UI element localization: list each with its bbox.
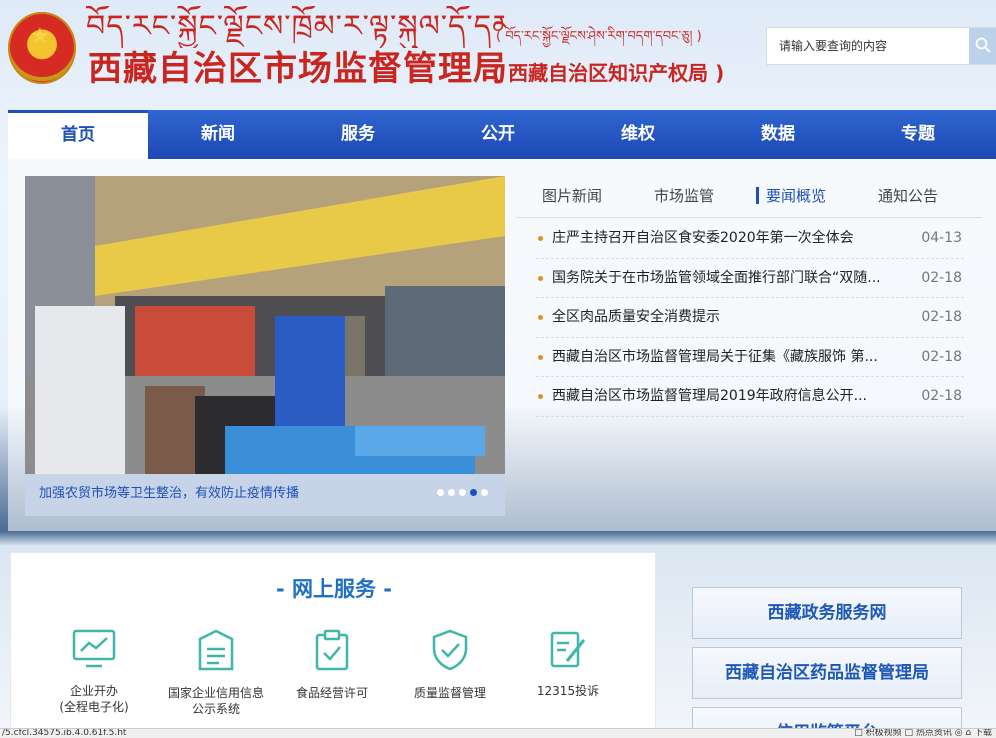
news-item[interactable]: 庄严主持召开自治区食安委2020年第一次全体会 04-13 [536, 219, 964, 259]
news-title: 国务院关于在市场监管领域全面推行部门联合“双随... [552, 269, 881, 286]
slider-dots [437, 489, 488, 496]
service-label: 12315投诉 [536, 684, 600, 698]
search-button[interactable] [969, 28, 996, 64]
news-title: 庄严主持召开自治区食安委2020年第一次全体会 [552, 230, 854, 246]
news-date: 02-18 [921, 309, 962, 325]
slider-caption: 加强农贸市场等卫生整治，有效防止疫情传播 [39, 486, 300, 501]
news-list: 庄严主持召开自治区食安委2020年第一次全体会 04-13 国务院关于在市场监管… [536, 219, 964, 417]
tab-notices[interactable]: 通知公告 [852, 176, 964, 216]
service-label: 质量监督管理 [413, 686, 486, 700]
service-credit-info[interactable]: 国家企业信用信息 公示系统 [161, 629, 271, 717]
search-box [766, 27, 996, 65]
side-links: 西藏政务服务网 西藏自治区药品监督管理局 信用监管平台 [692, 587, 962, 738]
news-item[interactable]: 西藏自治区市场监督管理局关于征集《藏族服饰 第... 02-18 [536, 338, 964, 377]
nav-services[interactable]: 服务 [288, 110, 428, 159]
slider-dot-4[interactable] [470, 489, 477, 496]
link-tibet-gov-services[interactable]: 西藏政务服务网 [692, 587, 962, 639]
monitor-chart-icon [72, 629, 116, 668]
service-label: 国家企业信用信息 公示系统 [167, 686, 264, 716]
nav-rights[interactable]: 维权 [568, 110, 708, 159]
site-title: 西藏自治区市场监督管理局 [88, 49, 508, 89]
link-drug-administration[interactable]: 西藏自治区药品监督管理局 [692, 647, 962, 699]
slider-dot-1[interactable] [437, 489, 444, 496]
service-12315-complaint[interactable]: 12315投诉 [513, 629, 623, 699]
site-subtitle: ( 西藏自治区知识产权局 ) [492, 61, 725, 85]
slider-dot-5[interactable] [481, 489, 488, 496]
nav-home[interactable]: 首页 [8, 110, 148, 159]
browser-status-bar: /5.cfcl.34575.ib.4.0.61f.5.ht □ 积极视频 □ 热… [0, 728, 996, 738]
nav-public[interactable]: 公开 [428, 110, 568, 159]
tab-market-regulation[interactable]: 市场监管 [628, 176, 740, 216]
slider-caption-bar: 加强农贸市场等卫生整治，有效防止疫情传播 [25, 474, 505, 516]
service-business-registration[interactable]: 企业开办 (全程电子化) [39, 629, 149, 715]
nav-data[interactable]: 数据 [708, 110, 848, 159]
document-icon [198, 629, 234, 671]
online-services-panel: - 网上服务 - 企业开办 (全程电子化) 国家企业信用信息 公示系统 食品经营… [10, 552, 656, 738]
nav-topics[interactable]: 专题 [848, 110, 988, 159]
service-quality-supervision[interactable]: 质量监督管理 [395, 629, 505, 701]
site-header: བོད་རང་སྐྱོང་ལྗོངས་ཁྲོམ་ར་ལྟ་སྐུལ་དོ་དམ་… [0, 0, 996, 108]
news-item[interactable]: 国务院关于在市场监管领域全面推行部门联合“双随... 02-18 [536, 259, 964, 298]
national-emblem-logo [8, 12, 76, 84]
search-input[interactable] [767, 28, 967, 64]
slider-dot-3[interactable] [459, 489, 466, 496]
news-date: 04-13 [921, 230, 962, 246]
news-date: 02-18 [921, 388, 962, 404]
tab-news-overview[interactable]: 要闻概览 [740, 176, 852, 216]
clipboard-check-icon [315, 629, 349, 671]
service-label: 企业开办 (全程电子化) [59, 684, 129, 714]
news-title: 西藏自治区市场监督管理局2019年政府信息公开... [552, 388, 867, 404]
service-food-license[interactable]: 食品经营许可 [277, 629, 387, 701]
edit-document-icon [550, 631, 586, 668]
main-nav: 首页 新闻 服务 公开 维权 数据 专题 [8, 110, 996, 159]
slider-dot-2[interactable] [448, 489, 455, 496]
service-label: 食品经营许可 [295, 686, 368, 700]
slide-photo [25, 176, 505, 474]
nav-news[interactable]: 新闻 [148, 110, 288, 159]
photo-slider[interactable]: 加强农贸市场等卫生整治，有效防止疫情传播 [25, 176, 505, 516]
news-tabs: 图片新闻 市场监管 要闻概览 通知公告 [516, 176, 982, 218]
tibetan-site-subtitle: ( བོད་རང་སྐྱོང་ལྗོངས་ཤེས་རིག་བདག་དབང་ཅུ།… [496, 29, 702, 44]
tibetan-site-title: བོད་རང་སྐྱོང་ལྗོངས་ཁྲོམ་ར་ལྟ་སྐུལ་དོ་དམ་… [86, 9, 506, 44]
news-date: 02-18 [921, 269, 962, 286]
status-tools: □ 积极视频 □ 热点资讯 ◎ ⌂ 下载 [854, 728, 992, 738]
news-title: 西藏自治区市场监督管理局关于征集《藏族服饰 第... [552, 348, 878, 365]
news-item[interactable]: 西藏自治区市场监督管理局2019年政府信息公开... 02-18 [536, 377, 964, 417]
news-item[interactable]: 全区肉品质量安全消费提示 02-18 [536, 298, 964, 338]
news-title: 全区肉品质量安全消费提示 [552, 309, 720, 325]
shield-check-icon [432, 629, 468, 671]
tab-photo-news[interactable]: 图片新闻 [516, 176, 628, 216]
services-title: - 网上服务 - [275, 577, 393, 601]
news-date: 02-18 [921, 348, 962, 365]
status-url: /5.cfcl.34575.ib.4.0.61f.5.ht [2, 728, 127, 738]
search-icon [975, 37, 991, 53]
